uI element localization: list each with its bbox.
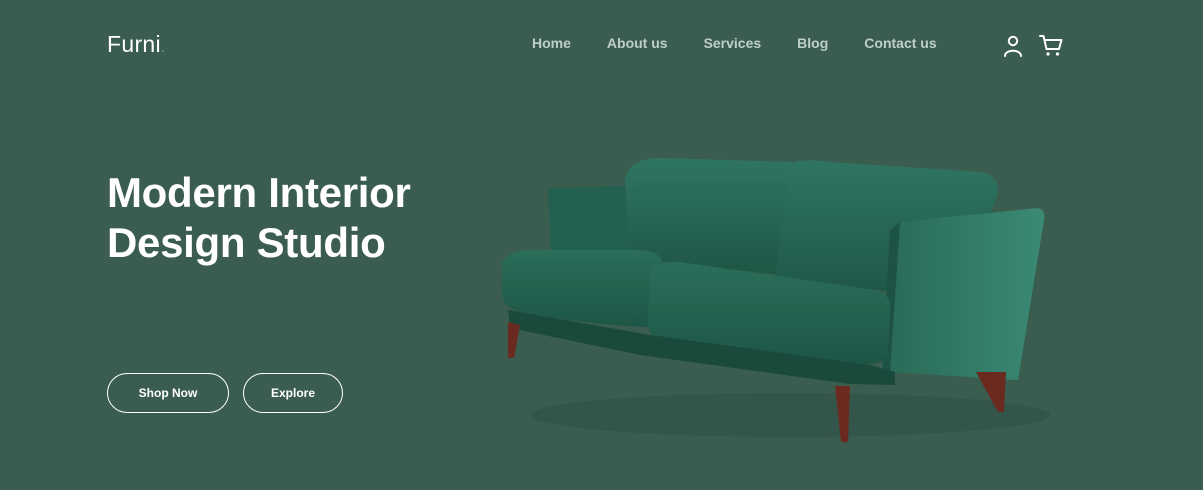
sofa-image [501, 158, 1050, 442]
main-nav: Home About us Services Blog Contact us [532, 35, 937, 51]
nav-services[interactable]: Services [704, 35, 762, 51]
cart-icon[interactable] [1038, 32, 1064, 58]
nav-home[interactable]: Home [532, 35, 571, 51]
shop-now-button[interactable]: Shop Now [107, 373, 229, 413]
hero-title-line2: Design Studio [107, 219, 386, 266]
nav-contact-us[interactable]: Contact us [864, 35, 936, 51]
brand-name: Furni [107, 31, 161, 57]
user-icon[interactable] [1002, 34, 1024, 58]
explore-button[interactable]: Explore [243, 373, 343, 413]
nav-blog[interactable]: Blog [797, 35, 828, 51]
nav-about-us[interactable]: About us [607, 35, 668, 51]
hero-title: Modern Interior Design Studio [107, 168, 411, 268]
hero-title-line1: Modern Interior [107, 169, 411, 216]
brand-logo[interactable]: Furni. [107, 31, 165, 58]
brand-dot: . [160, 39, 166, 55]
